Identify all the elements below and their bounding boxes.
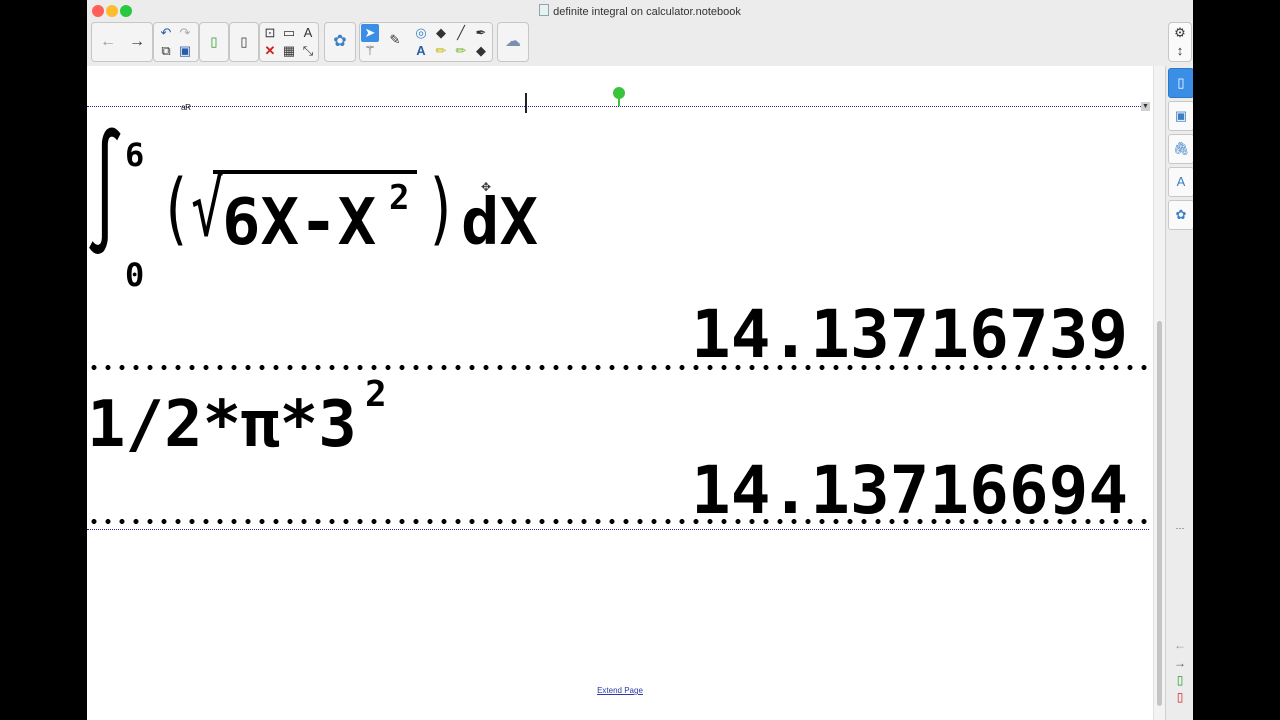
ink-scribble: ᵃᴿ bbox=[181, 102, 191, 116]
screen-capture-icon[interactable]: ⊡ bbox=[261, 24, 279, 42]
lower-limit: 0 bbox=[125, 256, 145, 294]
back-arrow-icon[interactable]: ← bbox=[96, 30, 120, 54]
move-cursor-icon: ✥ bbox=[481, 180, 492, 194]
undo-icon[interactable]: ↶ bbox=[157, 24, 175, 42]
text-tool-options-icon[interactable]: A bbox=[299, 24, 317, 42]
screen-shade-icon[interactable]: ▭ bbox=[280, 24, 298, 42]
notebook-page[interactable]: ▼ ᵃᴿ ∫ 6 0 ( √ 6X-X 2 ) dX ✥ 14.13716739… bbox=[87, 66, 1153, 720]
settings-group: ⚙ ↕ bbox=[1168, 22, 1192, 62]
formula-result: 14.13716694 bbox=[691, 452, 1129, 529]
sidebar-back-icon[interactable]: ← bbox=[1172, 638, 1188, 652]
page-top-guide bbox=[87, 106, 1149, 107]
creative-pen-icon[interactable]: ✒ bbox=[472, 24, 490, 42]
extend-page-link[interactable]: Extend Page bbox=[87, 686, 1153, 695]
table-icon[interactable]: ▦ bbox=[280, 42, 298, 60]
guide-menu-arrow-icon[interactable]: ▼ bbox=[1141, 102, 1150, 111]
move-toolbar-icon[interactable]: ↕ bbox=[1171, 42, 1189, 60]
sidebar-add-page-icon[interactable]: ▯ bbox=[1172, 673, 1188, 687]
forward-arrow-icon[interactable]: → bbox=[125, 30, 149, 54]
fit-page-icon[interactable]: ⤡ bbox=[299, 42, 317, 60]
properties-icon[interactable]: ☁ bbox=[501, 30, 525, 54]
pen-icon[interactable]: ✎ bbox=[386, 31, 404, 49]
radicand-exponent: 2 bbox=[389, 178, 410, 218]
insert-page-icon[interactable]: ▯ bbox=[235, 33, 253, 51]
integral-sign-icon: ∫ bbox=[87, 122, 125, 261]
properties-group: ☁ bbox=[497, 22, 529, 62]
toolbar: ← → ↶ ↷ ⧉ ▣ ▯ ▯ ⊡ ▭ A ✕ ▦ ⤡ ✿ ➤ ✎ ⚚ ◎ ◆ … bbox=[87, 22, 1193, 66]
select-arrow-icon[interactable]: ➤ bbox=[361, 24, 379, 42]
magic-pen-icon[interactable]: ⚚ bbox=[361, 42, 379, 60]
sidebar-delete-page-icon[interactable]: ▯ bbox=[1172, 690, 1188, 704]
integral-result: 14.13716739 bbox=[691, 296, 1129, 373]
delete-icon[interactable]: ✕ bbox=[261, 42, 279, 60]
smart-notebook-window: definite integral on calculator.notebook… bbox=[87, 0, 1193, 720]
fill-icon[interactable]: ◆ bbox=[432, 24, 450, 42]
insert-page-group: ▯ bbox=[229, 22, 259, 62]
tools-group: ⊡ ▭ A ✕ ▦ ⤡ bbox=[259, 22, 319, 62]
document-icon bbox=[539, 4, 550, 16]
puzzle-icon[interactable]: ✿ bbox=[328, 30, 352, 54]
properties-tab-icon[interactable]: A bbox=[1168, 167, 1193, 197]
open-paren: ( bbox=[159, 164, 192, 254]
gallery-tab-icon[interactable]: ▣ bbox=[1168, 101, 1193, 131]
separator-2 bbox=[87, 519, 1149, 524]
edit-group: ↶ ↷ ⧉ ▣ bbox=[153, 22, 199, 62]
line-icon[interactable]: ╱ bbox=[452, 24, 470, 42]
scrollbar-thumb[interactable] bbox=[1157, 321, 1162, 706]
side-tab-panel: ▯ ▣ 🖇 A ✿ ⋯ ← → ▯ ▯ bbox=[1165, 66, 1193, 720]
text-cursor bbox=[525, 93, 527, 113]
navigation-group: ← → bbox=[91, 22, 153, 62]
gear-icon[interactable]: ⚙ bbox=[1171, 24, 1189, 42]
rotation-handle-stem bbox=[618, 98, 620, 106]
title-bar: definite integral on calculator.notebook bbox=[87, 0, 1193, 23]
radical-bar bbox=[213, 170, 417, 174]
redo-icon[interactable]: ↷ bbox=[176, 24, 194, 42]
text-icon[interactable]: A bbox=[412, 42, 430, 60]
differential: dX bbox=[461, 186, 539, 260]
attachments-tab-icon[interactable]: 🖇 bbox=[1168, 134, 1193, 164]
new-page-group: ▯ bbox=[199, 22, 229, 62]
drawing-tools-group: ➤ ✎ ⚚ ◎ ◆ ╱ ✒ A ✏ ✏ ◆ bbox=[359, 22, 493, 62]
window-title: definite integral on calculator.notebook bbox=[553, 6, 741, 18]
formula-expression[interactable]: 1/2*π*3 bbox=[87, 390, 357, 460]
more-icon[interactable]: ⋯ bbox=[1172, 521, 1188, 535]
radicand: 6X-X bbox=[222, 186, 377, 260]
save-icon[interactable]: ▣ bbox=[176, 42, 194, 60]
new-page-icon[interactable]: ▯ bbox=[205, 33, 223, 51]
shapes-icon[interactable]: ◎ bbox=[412, 24, 430, 42]
window-title-container: definite integral on calculator.notebook bbox=[87, 4, 1193, 18]
eraser-icon[interactable]: ◆ bbox=[472, 42, 490, 60]
formula-exponent: 2 bbox=[365, 374, 387, 415]
highlighter-icon[interactable]: ✏ bbox=[432, 42, 450, 60]
marker-icon[interactable]: ✏ bbox=[452, 42, 470, 60]
clear-page-icon[interactable]: ⧉ bbox=[157, 42, 175, 60]
addons-group: ✿ bbox=[324, 22, 356, 62]
separator-1 bbox=[87, 365, 1149, 370]
addons-tab-icon[interactable]: ✿ bbox=[1168, 200, 1193, 230]
upper-limit: 6 bbox=[125, 136, 145, 174]
radical-sign-icon: √ bbox=[191, 164, 224, 254]
close-paren: ) bbox=[425, 164, 458, 254]
object-bottom-guide bbox=[87, 529, 1149, 530]
sidebar-forward-icon[interactable]: → bbox=[1172, 656, 1188, 670]
page-sorter-tab-icon[interactable]: ▯ bbox=[1168, 68, 1193, 98]
